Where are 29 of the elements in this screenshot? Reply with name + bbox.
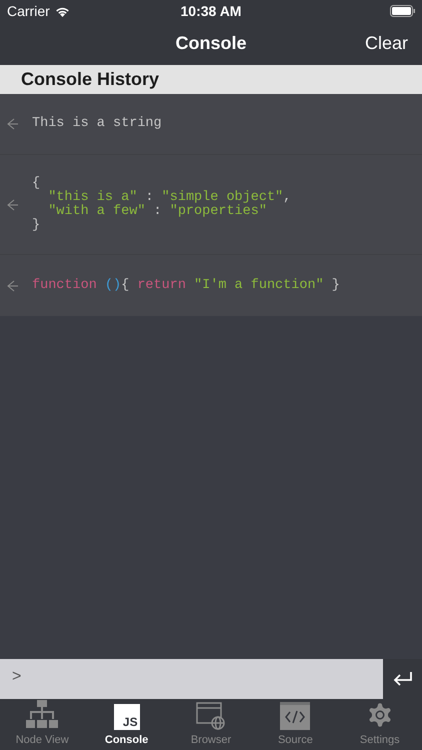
code-line: "this is a" : "simple object",: [47, 190, 292, 204]
browser-globe-icon: [196, 702, 226, 730]
carrier-label: Carrier: [7, 2, 50, 20]
result-arrow-icon: [7, 280, 19, 292]
wifi-icon: [54, 6, 70, 16]
tab-bar-item[interactable]: JS Console: [84, 699, 169, 750]
tab-bar-item[interactable]: Node View: [0, 699, 84, 750]
return-icon: [392, 671, 412, 687]
prompt-symbol: >: [12, 667, 22, 687]
command-input-field[interactable]: >: [0, 659, 383, 699]
status-time: 10:38 AM: [180, 2, 242, 20]
code-line: "with a few" : "properties": [47, 204, 267, 218]
return-key-button[interactable]: [383, 659, 422, 699]
result-arrow-icon: [7, 198, 19, 210]
code-window-icon: [280, 702, 310, 730]
code-line: }: [32, 218, 42, 232]
tab-bar-item[interactable]: Browser: [168, 699, 254, 750]
tab-bar-item[interactable]: Settings: [338, 699, 422, 750]
js-icon: JS: [114, 704, 140, 730]
section-header: Console History: [0, 65, 422, 94]
clear-button[interactable]: Clear: [364, 30, 408, 57]
code-line: {: [32, 176, 42, 190]
code-line: This is a string: [32, 117, 162, 131]
tab-bar-item[interactable]: Source: [253, 699, 338, 750]
result-arrow-icon: [7, 118, 19, 130]
code-line: function (){ return "I'm a function" }: [32, 278, 340, 292]
nav-title: Console: [175, 32, 246, 55]
hierarchy-icon: [26, 700, 58, 730]
battery-icon: [390, 5, 415, 17]
